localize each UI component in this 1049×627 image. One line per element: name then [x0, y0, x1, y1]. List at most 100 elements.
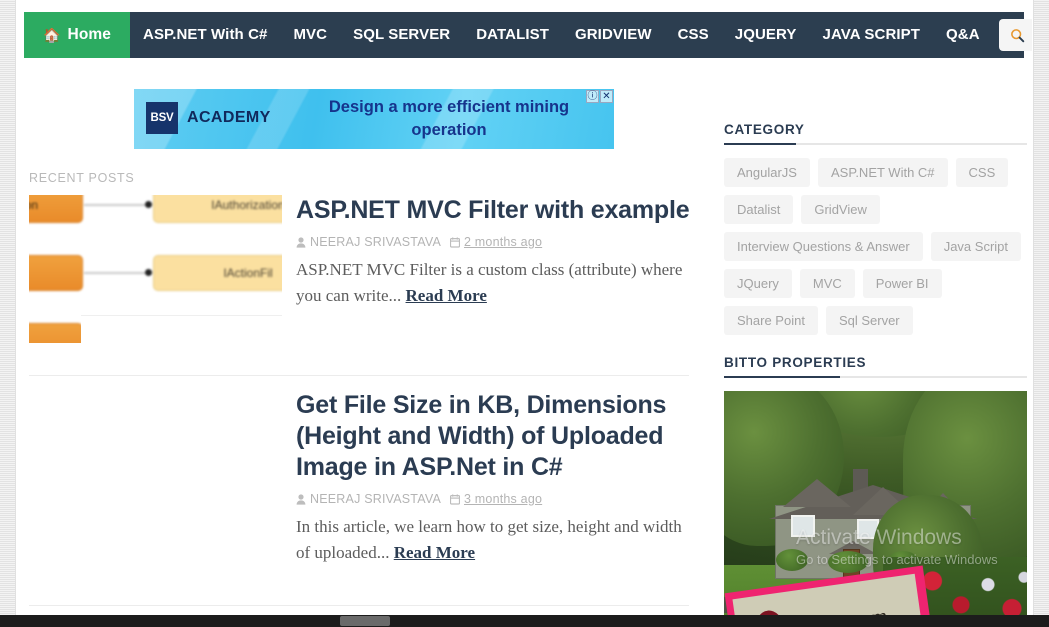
- ad-controls: ⓘ ✕: [586, 90, 613, 103]
- category-widget-title: CATEGORY: [724, 122, 1027, 145]
- nav-item-css[interactable]: CSS: [665, 12, 722, 58]
- article-thumbnail-2[interactable]: [29, 390, 282, 538]
- article-date-text-2[interactable]: 3 months ago: [464, 492, 542, 506]
- promo-widget: BITTO PROPERTIES: [724, 355, 1027, 615]
- article-title-2[interactable]: Get File Size in KB, Dimensions (Height …: [296, 390, 696, 483]
- article-excerpt-text-1: ASP.NET MVC Filter is a custom class (at…: [296, 260, 683, 305]
- browser-viewport: 🏠 Home ASP.NET With C# MVC SQL SERVER DA…: [0, 0, 1049, 627]
- category-widget: CATEGORY AngularJS ASP.NET With C# CSS D…: [724, 122, 1027, 335]
- article-author-name-2: NEERAJ SRIVASTAVA: [310, 492, 441, 506]
- category-tag-datalist[interactable]: Datalist: [724, 195, 794, 224]
- category-tag-interview-questions[interactable]: Interview Questions & Answer: [724, 232, 923, 261]
- article-divider-2: [29, 605, 689, 606]
- diagram-arrow-2: [145, 269, 152, 276]
- category-tag-angularjs[interactable]: AngularJS: [724, 158, 810, 187]
- house-gable-left: [783, 479, 851, 507]
- article-excerpt-text-2: In this article, we learn how to get siz…: [296, 517, 682, 562]
- calendar-icon: [449, 237, 460, 248]
- diagram-row-1: ation IAuthorization: [29, 195, 282, 223]
- main-navigation: 🏠 Home ASP.NET With C# MVC SQL SERVER DA…: [24, 12, 1032, 58]
- diagram-right-box-1: IAuthorization: [153, 195, 282, 223]
- diagram-connector-1: [84, 204, 152, 206]
- diagram-row-2: n IActionFil: [29, 255, 282, 291]
- category-tag-aspnet-csharp[interactable]: ASP.NET With C#: [817, 158, 948, 187]
- horizontal-scrollbar[interactable]: [0, 615, 1049, 627]
- category-tag-gridview[interactable]: GridView: [801, 195, 880, 224]
- diagram-left-box-2: n: [29, 255, 83, 291]
- article-title-1[interactable]: ASP.NET MVC Filter with example: [296, 195, 696, 226]
- category-tag-sql-server[interactable]: Sql Server: [825, 306, 913, 335]
- diagram-left-box-3: t: [29, 323, 83, 343]
- nav-home-label: Home: [67, 26, 112, 43]
- nav-item-java-script[interactable]: JAVA SCRIPT: [810, 12, 934, 58]
- article-excerpt-1: ASP.NET MVC Filter is a custom class (at…: [296, 257, 696, 309]
- diagram-arrow-1: [145, 201, 152, 208]
- nav-item-jquery[interactable]: JQUERY: [722, 12, 810, 58]
- read-more-link-1[interactable]: Read More: [406, 286, 487, 305]
- category-tag-share-point[interactable]: Share Point: [724, 306, 818, 335]
- article-divider-1: [29, 375, 689, 376]
- search-button[interactable]: [998, 19, 1032, 51]
- promo-widget-title-text: BITTO PROPERTIES: [724, 355, 867, 370]
- nav-item-gridview[interactable]: GRIDVIEW: [562, 12, 665, 58]
- ad-headline: Design a more efficient mining operation: [328, 98, 570, 139]
- article-body-1: ASP.NET MVC Filter with example NEERAJ S…: [296, 195, 696, 326]
- nav-item-sql-server[interactable]: SQL SERVER: [340, 12, 463, 58]
- article-meta-2: NEERAJ SRIVASTAVA 3 months ago: [296, 492, 696, 506]
- ad-close-icon[interactable]: ✕: [600, 90, 613, 103]
- page-content: 🏠 Home ASP.NET With C# MVC SQL SERVER DA…: [17, 0, 1032, 615]
- ad-brand-name: ACADEMY: [187, 109, 271, 126]
- category-tag-power-bi[interactable]: Power BI: [862, 269, 942, 298]
- diagram-left-box-1: ation: [29, 195, 83, 223]
- sign-text: Your Dream: [784, 604, 890, 615]
- category-tag-css[interactable]: CSS: [955, 158, 1009, 187]
- category-tag-cloud: AngularJS ASP.NET With C# CSS Datalist G…: [724, 158, 1027, 335]
- nav-item-home[interactable]: 🏠 Home: [24, 12, 131, 58]
- category-widget-title-text: CATEGORY: [724, 122, 805, 137]
- nav-item-datalist[interactable]: DATALIST: [463, 12, 562, 58]
- sidebar-column: CATEGORY AngularJS ASP.NET With C# CSS D…: [724, 122, 1027, 615]
- search-icon: [1011, 28, 1025, 42]
- ad-info-icon[interactable]: ⓘ: [586, 90, 599, 103]
- page-left-edge-strip: [0, 0, 16, 627]
- promo-widget-title: BITTO PROPERTIES: [724, 355, 1027, 378]
- category-title-underline: [724, 143, 796, 145]
- promo-title-underline: [724, 376, 840, 378]
- house-window-1: [791, 515, 815, 537]
- article-body-2: Get File Size in KB, Dimensions (Height …: [296, 390, 696, 583]
- sign-logo-icon: [742, 607, 782, 615]
- nav-items: ASP.NET With C# MVC SQL SERVER DATALIST …: [130, 12, 993, 58]
- category-tag-jquery[interactable]: JQuery: [724, 269, 792, 298]
- article-date-2: 3 months ago: [449, 492, 542, 506]
- advertisement-banner[interactable]: BSV ACADEMY Design a more efficient mini…: [134, 89, 614, 149]
- nav-item-qa[interactable]: Q&A: [933, 12, 993, 58]
- home-icon: 🏠: [43, 27, 61, 43]
- nav-item-mvc[interactable]: MVC: [280, 12, 340, 58]
- ad-logo: BSV: [146, 102, 178, 134]
- thumbnail-overlay: [81, 315, 282, 343]
- ad-brand: BSV ACADEMY: [146, 102, 271, 134]
- diagram-connector-2: [84, 272, 152, 274]
- user-icon: [296, 493, 306, 505]
- horizontal-scrollbar-thumb[interactable]: [340, 616, 390, 626]
- promo-image[interactable]: Your Dream: [724, 391, 1027, 615]
- read-more-link-2[interactable]: Read More: [394, 543, 475, 562]
- category-tag-mvc[interactable]: MVC: [799, 269, 855, 298]
- nav-item-aspnet-csharp[interactable]: ASP.NET With C#: [130, 12, 280, 58]
- article-author-name-1: NEERAJ SRIVASTAVA: [310, 235, 441, 249]
- recent-posts-label: RECENT POSTS: [29, 171, 135, 185]
- calendar-icon: [449, 494, 460, 505]
- diagram-right-box-2: IActionFil: [153, 255, 282, 291]
- promo-shrub-1: [776, 549, 808, 571]
- article-meta-1: NEERAJ SRIVASTAVA 2 months ago: [296, 235, 696, 249]
- page-right-edge-strip: [1033, 0, 1049, 627]
- promo-shrub-2: [828, 551, 868, 573]
- user-icon: [296, 236, 306, 248]
- article-thumbnail-1[interactable]: ation IAuthorization n IActionFil: [29, 195, 282, 343]
- category-tag-java-script[interactable]: Java Script: [930, 232, 1022, 261]
- article-author-1: NEERAJ SRIVASTAVA: [296, 235, 441, 249]
- article-date-1: 2 months ago: [449, 235, 542, 249]
- article-author-2: NEERAJ SRIVASTAVA: [296, 492, 441, 506]
- article-excerpt-2: In this article, we learn how to get siz…: [296, 514, 696, 566]
- article-date-text-1[interactable]: 2 months ago: [464, 235, 542, 249]
